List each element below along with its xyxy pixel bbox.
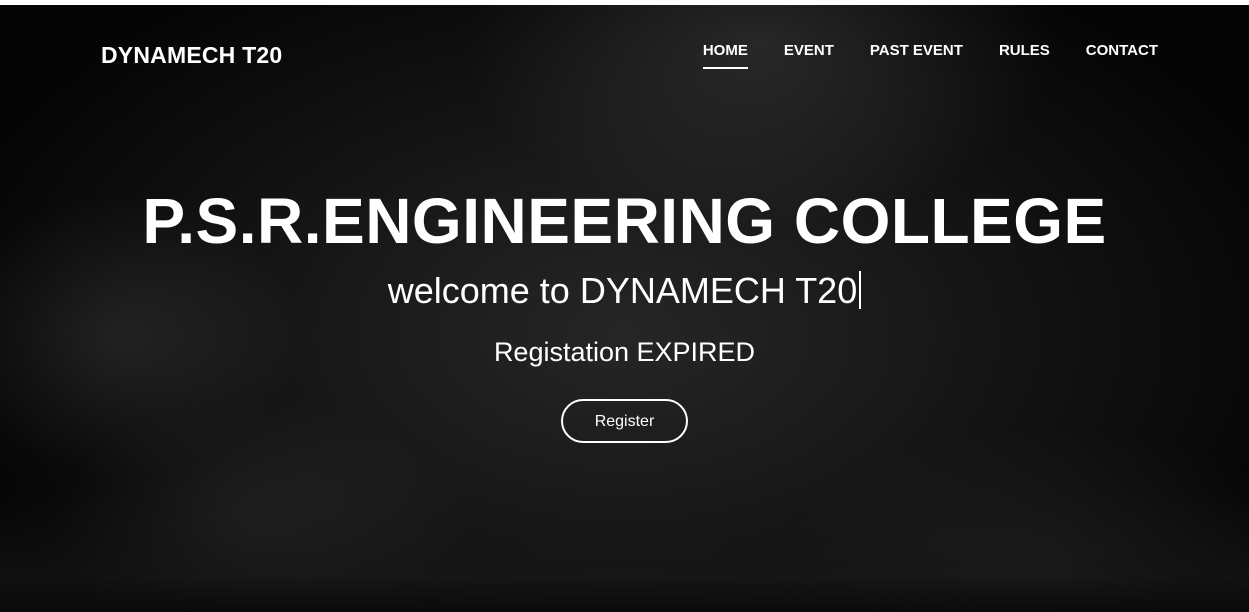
hero-content: P.S.R.ENGINEERING COLLEGE welcome to DYN… [0, 185, 1249, 443]
navbar: DYNAMECH T20 HOME EVENT PAST EVENT RULES… [0, 5, 1249, 115]
hero-section: DYNAMECH T20 HOME EVENT PAST EVENT RULES… [0, 5, 1249, 612]
registration-status: Registation EXPIRED [493, 337, 756, 367]
nav-link-rules[interactable]: RULES [999, 42, 1050, 69]
register-button[interactable]: Register [561, 399, 688, 443]
college-title: P.S.R.ENGINEERING COLLEGE [142, 185, 1107, 257]
typing-caret [859, 271, 862, 309]
welcome-line: welcome to DYNAMECH T20 [0, 269, 1249, 313]
nav-menu: HOME EVENT PAST EVENT RULES CONTACT [702, 42, 1158, 69]
background-haze [0, 492, 1249, 612]
nav-link-event[interactable]: EVENT [784, 42, 834, 69]
welcome-text: welcome to DYNAMECH T20 [387, 270, 858, 311]
nav-link-contact[interactable]: CONTACT [1086, 42, 1158, 69]
nav-link-past-event[interactable]: PAST EVENT [870, 42, 963, 69]
brand-logo[interactable]: DYNAMECH T20 [101, 42, 282, 69]
nav-link-home[interactable]: HOME [702, 42, 748, 69]
